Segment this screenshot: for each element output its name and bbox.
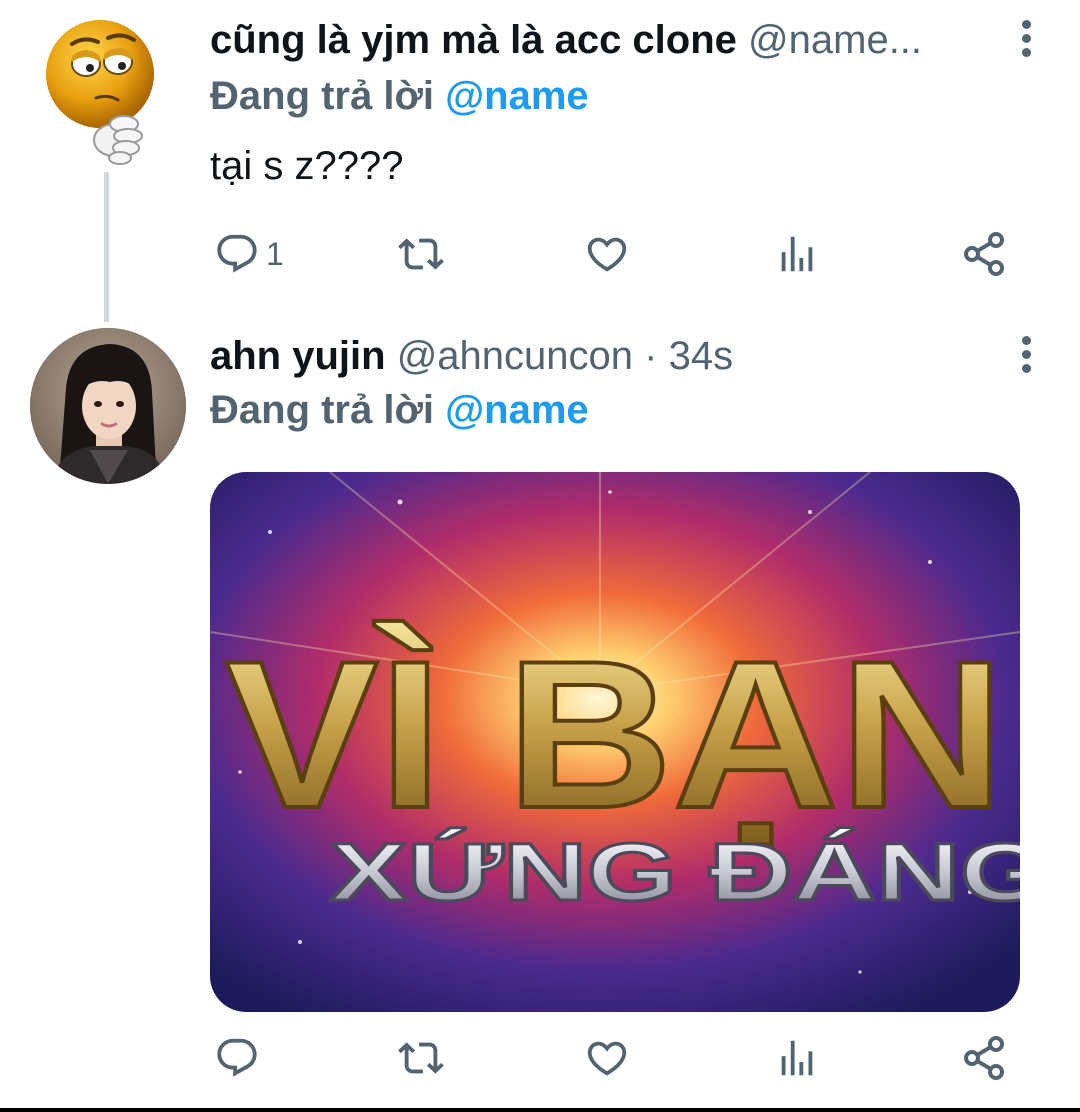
more-options-icon[interactable] xyxy=(1020,20,1032,60)
heart-icon xyxy=(587,1041,627,1076)
reply-button[interactable]: 1 xyxy=(214,224,284,284)
share-icon xyxy=(964,1036,1004,1080)
action-bar: 1 xyxy=(210,224,1020,284)
reply-button[interactable] xyxy=(214,1028,260,1088)
replying-to-prefix: Đang trả lời xyxy=(210,388,435,432)
display-name[interactable]: ahn yujin xyxy=(210,334,386,378)
tweet-header: cũng là yjm mà là acc clone @name... xyxy=(210,16,984,64)
replying-to: Đang trả lời @name xyxy=(210,386,589,434)
share-button[interactable] xyxy=(960,1028,1008,1088)
views-button[interactable] xyxy=(774,1028,820,1088)
reply-count: 1 xyxy=(266,236,284,272)
tweet-header: ahn yujin @ahncuncon · 34s xyxy=(210,332,984,380)
tweet-media-image[interactable]: VÌ BẠN XỨNG ĐÁNG xyxy=(210,472,1020,1012)
reply-icon xyxy=(217,1038,257,1077)
retweet-button[interactable] xyxy=(396,224,446,284)
retweet-icon xyxy=(398,1042,444,1074)
reply-icon xyxy=(217,234,257,273)
replying-to-prefix: Đang trả lời xyxy=(210,74,435,118)
thread-connector-line xyxy=(104,172,109,322)
profile-photo-icon xyxy=(30,328,186,484)
display-name[interactable]: cũng là yjm mà là acc clone xyxy=(210,18,737,62)
heart-icon xyxy=(587,237,627,272)
thinking-smiley-emoji-icon xyxy=(46,20,154,165)
mention-link[interactable]: @name xyxy=(445,388,589,432)
more-options-icon[interactable] xyxy=(1020,336,1032,376)
action-bar xyxy=(210,1028,1020,1088)
views-chart-icon xyxy=(781,1040,813,1076)
like-button[interactable] xyxy=(584,224,630,284)
media-title-line2: XỨNG ĐÁNG xyxy=(330,827,1020,918)
tweet[interactable]: ahn yujin @ahncuncon · 34s Đang trả lời … xyxy=(0,328,1080,1112)
views-button[interactable] xyxy=(774,224,820,284)
retweet-button[interactable] xyxy=(396,1028,446,1088)
retweet-icon xyxy=(398,238,444,270)
like-button[interactable] xyxy=(584,1028,630,1088)
media-image: VÌ BẠN XỨNG ĐÁNG xyxy=(210,472,1020,1012)
avatar[interactable] xyxy=(44,16,164,166)
handle[interactable]: @name... xyxy=(748,18,922,62)
media-title-line1: VÌ BẠN xyxy=(225,617,1005,852)
share-icon xyxy=(964,232,1004,276)
views-chart-icon xyxy=(781,236,813,272)
screen-bottom-edge xyxy=(0,1108,1080,1112)
mention-link[interactable]: @name xyxy=(445,74,589,118)
avatar[interactable] xyxy=(30,328,186,484)
tweet-text: tại s z???? xyxy=(210,144,404,188)
replying-to: Đang trả lời @name xyxy=(210,72,589,120)
share-button[interactable] xyxy=(960,224,1008,284)
handle-and-time[interactable]: @ahncuncon · 34s xyxy=(397,334,733,378)
tweet[interactable]: cũng là yjm mà là acc clone @name... Đan… xyxy=(0,0,1080,328)
